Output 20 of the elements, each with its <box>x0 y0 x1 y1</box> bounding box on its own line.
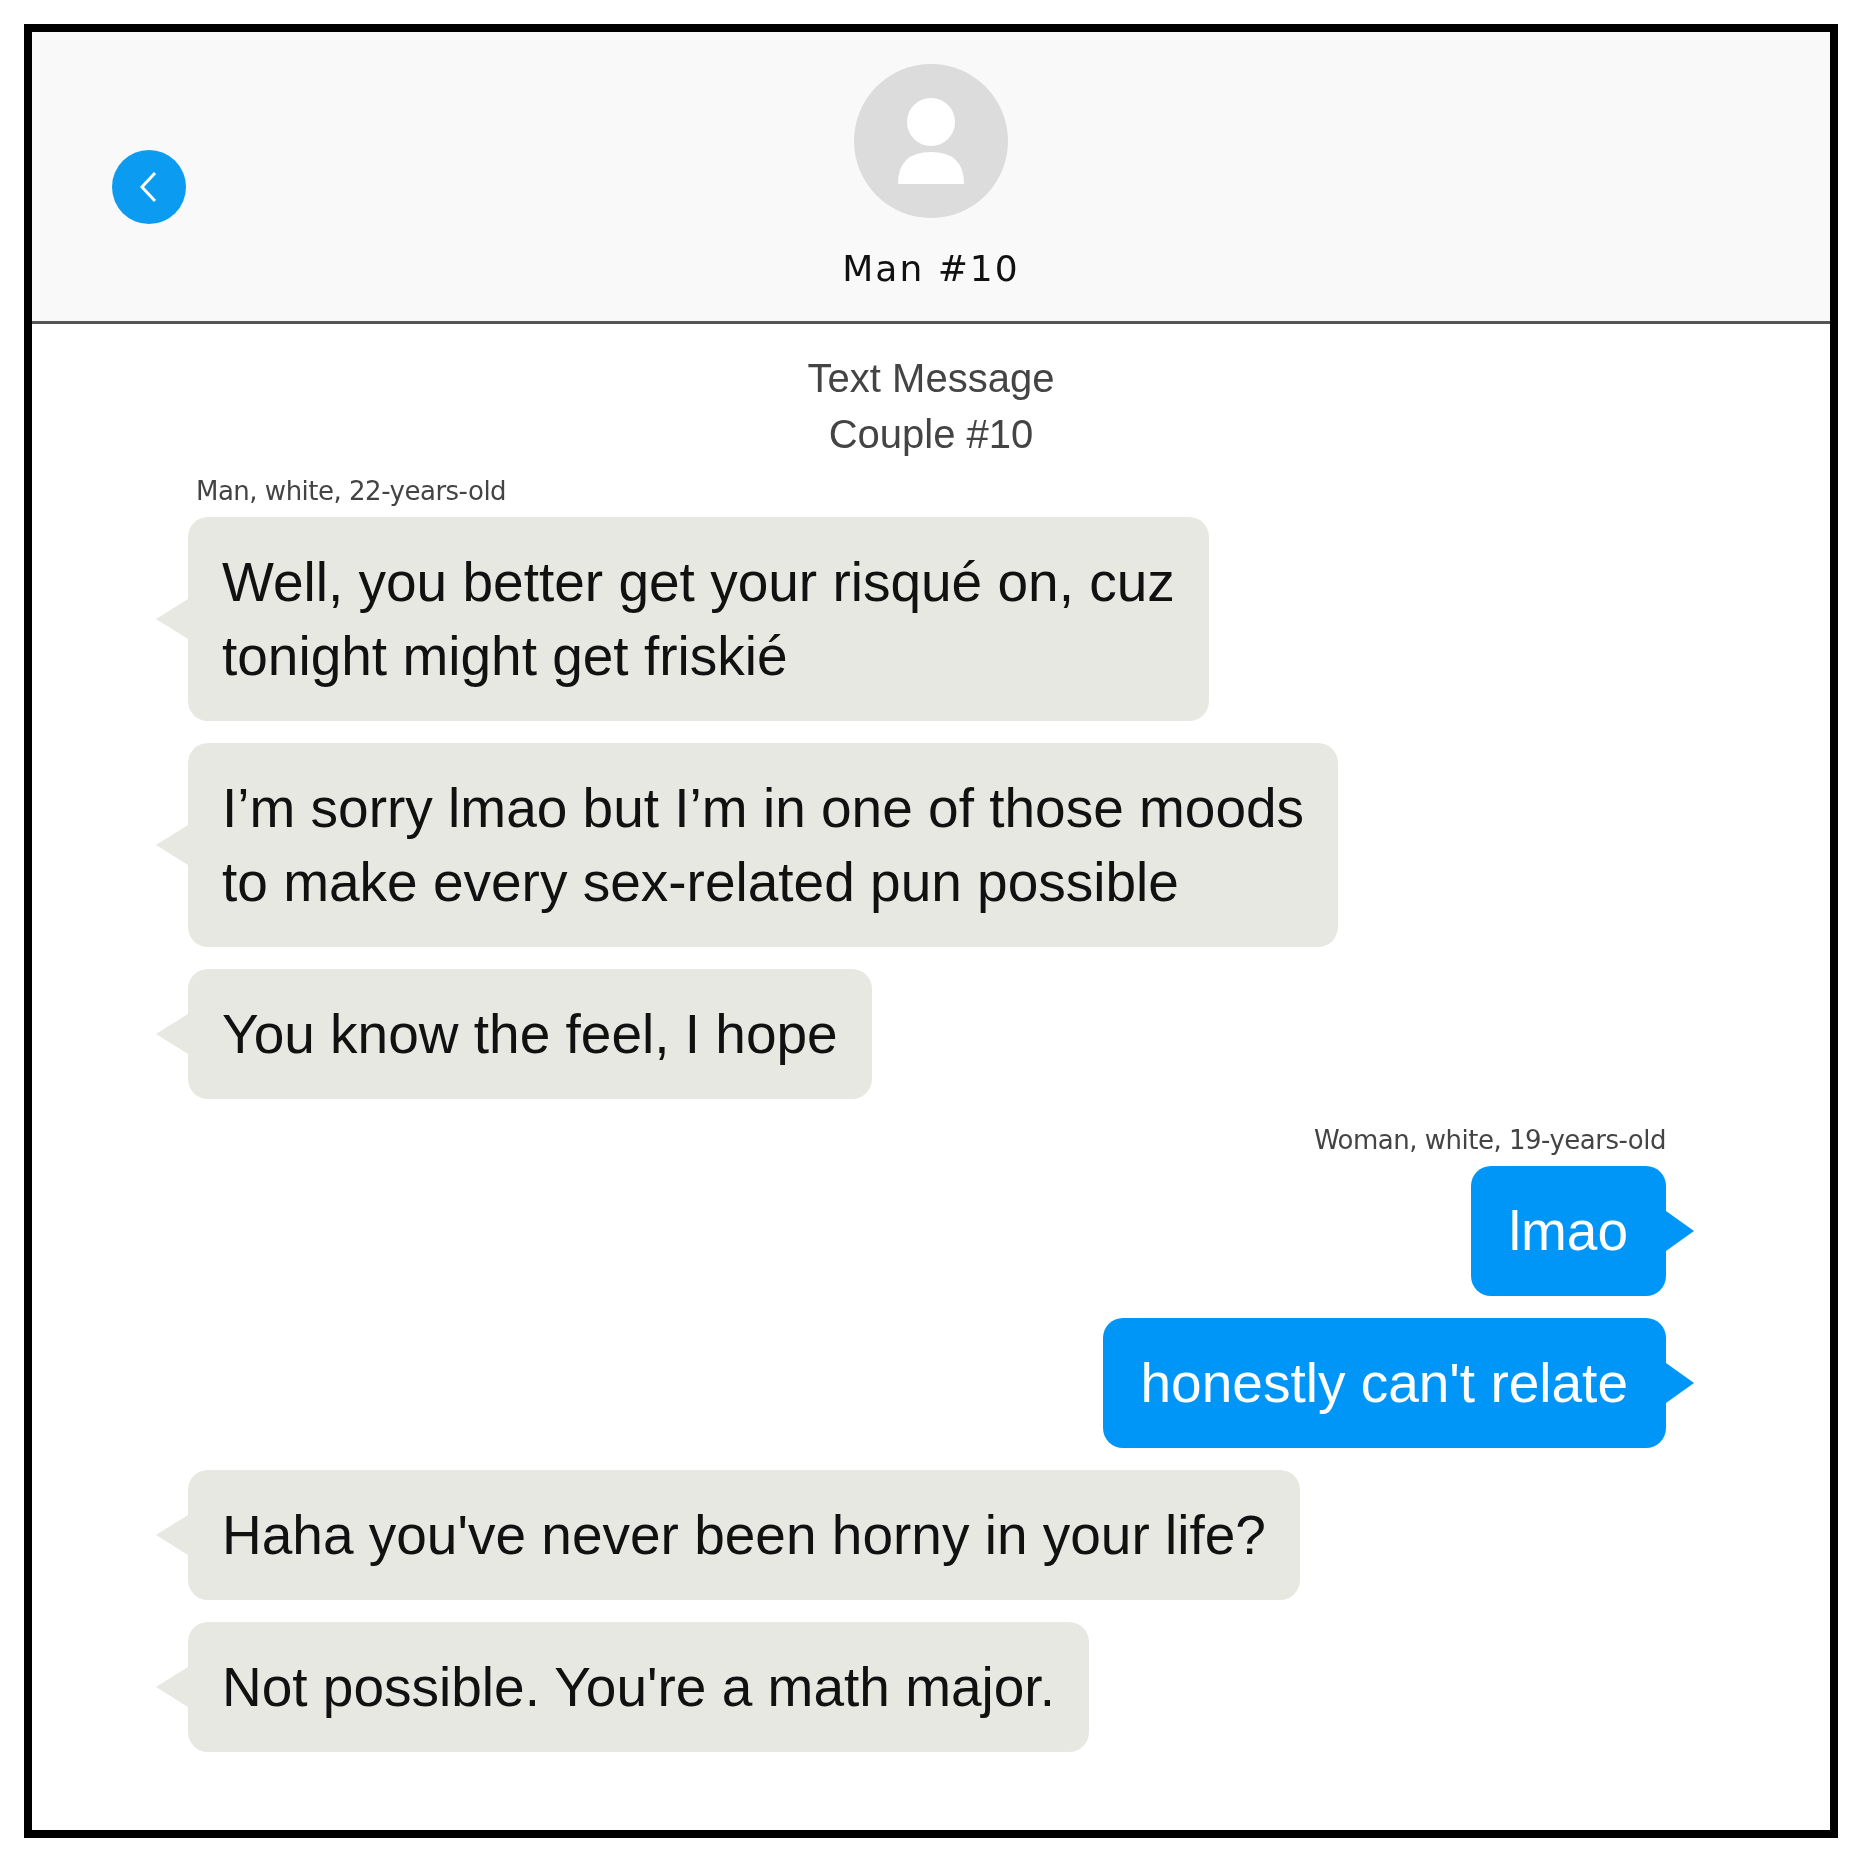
sender-label: Man, white, 22-years-old <box>196 475 507 508</box>
contact-name: Man #10 <box>842 247 1020 291</box>
bubble-tail <box>156 1515 188 1555</box>
bubble-tail <box>1666 1211 1694 1251</box>
avatar-icon <box>854 64 1008 218</box>
bubble-tail <box>156 825 188 865</box>
message-bubble: Well, you better get your risqué on, cuz tonight might get friskié <box>188 517 1209 721</box>
message-bubble: You know the feel, I hope <box>188 969 872 1099</box>
sender-label: Woman, white, 19-years-old <box>1313 1124 1666 1157</box>
thread-title: Couple #10 <box>828 411 1034 458</box>
message-bubble: honestly can't relate <box>1102 1318 1666 1448</box>
bubble-tail <box>156 1014 188 1054</box>
message-bubble: I’m sorry lmao but I’m in one of those moods to make every sex-related pun possible <box>188 743 1339 947</box>
bubble-tail <box>156 1667 188 1707</box>
bubble-tail <box>1666 1363 1694 1403</box>
message-bubble: Not possible. You're a math major. <box>188 1622 1089 1752</box>
message-bubble: lmao <box>1470 1166 1666 1296</box>
bubble-tail <box>156 599 188 639</box>
message-bubble: Haha you've never been horny in your life? <box>188 1470 1300 1600</box>
thread-title: Text Message <box>807 355 1055 402</box>
